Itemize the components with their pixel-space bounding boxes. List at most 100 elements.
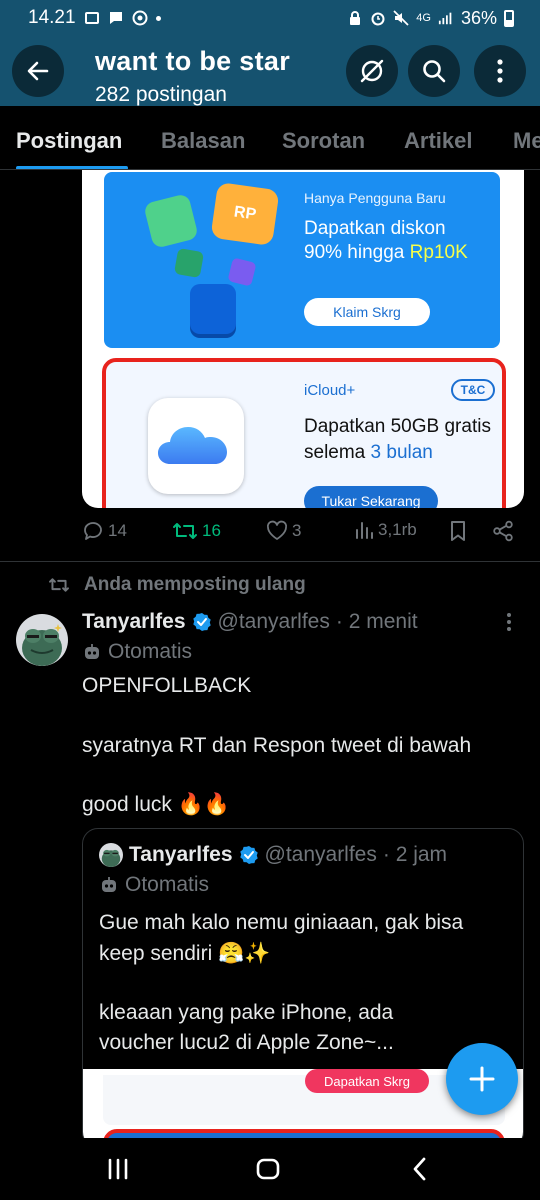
tab-postingan[interactable]: Postingan [16,128,122,154]
post-author-line: Tanyarlfes @tanyarlfes · 2 menit [82,610,418,634]
arrow-left-icon [27,61,49,81]
icloud-redeem-button: Tukar Sekarang [304,486,438,508]
post-text-line-2: syaratnya RT dan Respon tweet di bawah [82,734,472,757]
tab-media[interactable]: Me [513,128,540,154]
reply-icon [84,522,102,540]
verified-badge-icon [239,846,258,864]
author-name[interactable]: Tanyarlfes [82,610,186,634]
quote-text-line-3: kleaaan yang pake iPhone, ada [99,1001,394,1024]
post-text-line-1: OPENFOLLBACK [82,674,252,697]
gallery-notification-icon [84,10,100,26]
views-button[interactable]: 3,1rb [354,520,417,540]
repost-button[interactable]: 16 [172,520,221,542]
quote-author-handle: @tanyarlfes [264,843,377,866]
post-more-button[interactable] [506,612,512,637]
search-button[interactable] [408,45,460,97]
compose-button[interactable] [446,1043,518,1115]
more-options-button[interactable] [474,45,526,97]
verified-badge-icon [192,613,211,631]
frog-avatar-icon [99,843,123,867]
automated-label: Otomatis [82,640,192,664]
share-button[interactable] [492,520,514,542]
quote-text-line-1: Gue mah kalo nemu giniaaan, gak bisa [99,911,464,934]
post-actions: 14 16 3 3,1rb [82,520,522,552]
message-notification-icon [108,10,124,26]
avatar[interactable] [16,614,68,666]
grok-button[interactable] [346,45,398,97]
quote-text-line-4: voucher lucu2 di Apple Zone~... [99,1031,394,1054]
status-time: 14.21 [28,7,76,28]
views-icon [356,522,373,539]
promo-claim-button: Klaim Skrg [304,298,430,326]
robot-icon [85,644,99,659]
more-vertical-icon [507,613,511,631]
quote-author-name: Tanyarlfes [129,843,233,866]
back-button[interactable] [12,45,64,97]
battery-percent: 36% [460,7,497,28]
icloud-highlight: 3 bulan [370,442,433,463]
repost-context: Anda memposting ulang [48,574,306,596]
app-notification-icon [132,10,148,26]
quote-automated-label-text: Otomatis [125,873,210,896]
like-button[interactable]: 3 [266,520,301,542]
bookmark-button[interactable] [448,520,468,542]
quote-author-line: Tanyarlfes @tanyarlfes · 2 jam [99,843,447,867]
page-title: want to be star [95,46,291,76]
promo-banner-icloud: iCloud+ T&C Dapatkan 50GB gratis selema … [102,358,506,508]
plus-icon [469,1066,495,1092]
quote-text-line-2: keep sendiri 😤✨ [99,942,271,965]
chevron-left-icon [413,1157,426,1181]
view-count: 3,1rb [378,520,417,539]
promo-eyebrow: Hanya Pengguna Baru [304,190,446,206]
system-nav-bar [0,1138,540,1200]
heart-icon [266,520,288,540]
quote-avatar [99,843,123,867]
promo-highlight: Rp10K [409,242,468,263]
app-store-tile-icon [190,284,236,334]
quote-automated-label: Otomatis [99,873,209,897]
more-notifications-dot [155,15,161,21]
post-time: · 2 menit [335,610,418,633]
icloud-logo [148,398,244,494]
back-nav-button[interactable] [400,1152,440,1186]
voucher-tile-icon: RP [210,181,280,247]
author-handle[interactable]: @tanyarlfes [218,610,330,634]
music-tile-icon [143,193,199,249]
tab-artikel[interactable]: Artikel [404,128,472,154]
tab-sorotan[interactable]: Sorotan [282,128,365,154]
tnc-badge: T&C [451,379,495,401]
more-vertical-icon [497,59,503,83]
frog-avatar-icon [16,614,68,666]
icloud-brand: iCloud+ [304,382,356,399]
repost-count: 16 [202,521,221,540]
status-left: 14.21 [28,7,161,29]
bookmark-icon [451,521,465,541]
signal-icon [438,10,454,26]
recent-apps-icon [108,1158,128,1180]
repost-context-icon [49,578,69,592]
quote-media-button: Dapatkan Skrg [305,1069,429,1093]
search-icon [423,60,446,83]
quote-post-time: · 2 jam [382,843,448,866]
profile-header: want to be star 282 postingan [0,36,540,106]
quote-media-panel [103,1075,505,1125]
repost-context-text: Anda memposting ulang [84,574,306,595]
lock-icon [347,10,363,26]
cloud-icon [158,427,227,464]
tab-balasan[interactable]: Balasan [161,128,245,154]
promo-headline-2: 90% hingga Rp10K [304,242,468,263]
recent-apps-button[interactable] [98,1152,138,1186]
gem-tile-icon [173,247,205,279]
status-bar: 14.21 4G 36% [0,0,540,36]
home-icon [256,1158,280,1180]
grok-icon [360,59,384,83]
robot-icon [102,877,116,892]
post-media-image[interactable]: RP Hanya Pengguna Baru Dapatkan diskon 9… [82,170,524,508]
reply-button[interactable]: 14 [82,520,127,542]
battery-icon [504,9,514,27]
automated-label-text: Otomatis [108,640,193,663]
repost-icon [173,523,197,539]
home-button[interactable] [248,1152,288,1186]
post-divider [0,561,540,562]
promo-banner-discount: RP Hanya Pengguna Baru Dapatkan diskon 9… [104,172,500,348]
